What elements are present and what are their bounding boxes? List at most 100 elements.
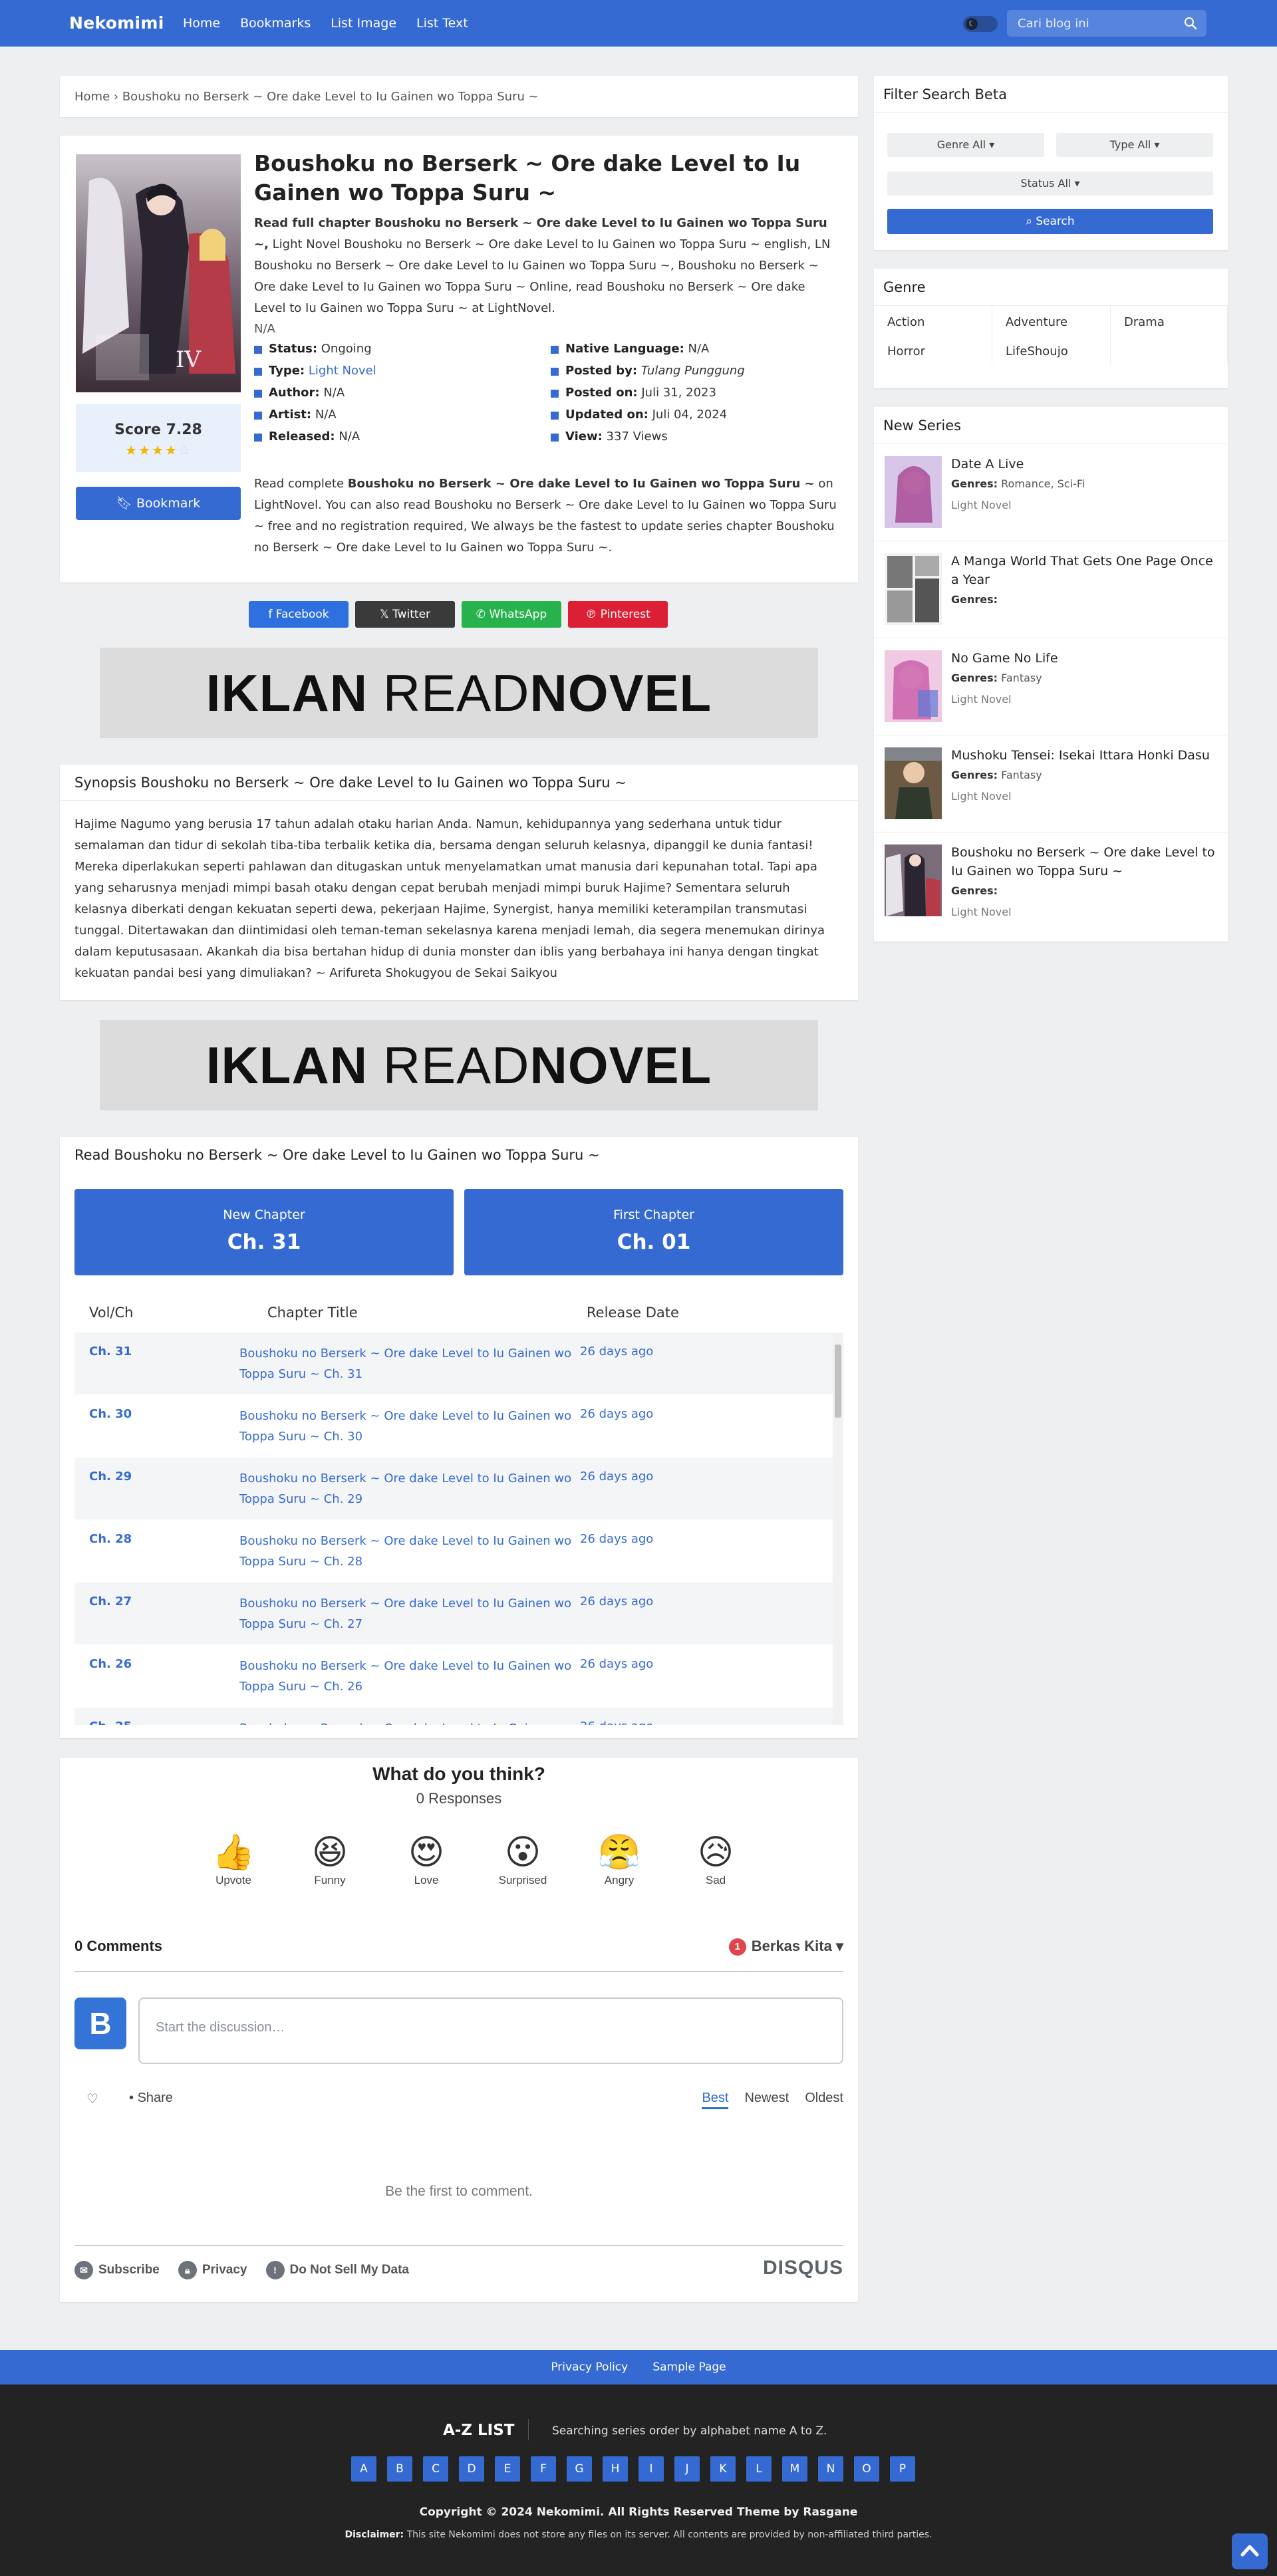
az-letter[interactable]: O: [854, 2456, 879, 2482]
az-letter[interactable]: P: [890, 2456, 915, 2482]
sort-newest[interactable]: Newest: [744, 2091, 789, 2109]
back-to-top-button[interactable]: [1232, 2533, 1268, 2569]
new-series-name[interactable]: A Manga World That Gets One Page Once a …: [951, 552, 1217, 589]
filter-search-widget: Filter Search Beta Genre All ▾ Type All …: [874, 76, 1228, 250]
heart-icon[interactable]: ♡: [86, 2091, 98, 2107]
sort-oldest[interactable]: Oldest: [805, 2091, 843, 2109]
bookmark-button[interactable]: 🔖︎ Bookmark: [76, 487, 241, 520]
chapter-row[interactable]: Ch. 27 Boushoku no Berserk ~ Ore dake Lev…: [74, 1583, 843, 1645]
new-series-item[interactable]: Mushoku Tensei: Isekai Ittara Honki Dasu…: [874, 735, 1228, 833]
genre-adventure[interactable]: Adventure: [1006, 315, 1067, 329]
svg-text:IV: IV: [176, 346, 202, 373]
meta-artist: Artist: N/A: [254, 408, 551, 424]
type-link[interactable]: Light Novel: [309, 364, 376, 378]
reaction-funny[interactable]: 😆 Funny: [288, 1831, 372, 1887]
az-letter[interactable]: A: [351, 2456, 376, 2482]
breadcrumb-home[interactable]: Home: [74, 90, 110, 104]
ad-banner[interactable]: IKLAN READNOVEL: [100, 648, 818, 738]
reaction-sad[interactable]: 😥 Sad: [674, 1831, 758, 1887]
type-select[interactable]: Type All ▾: [1056, 133, 1213, 157]
az-letter[interactable]: M: [782, 2456, 807, 2482]
genre-horror[interactable]: Horror: [887, 344, 925, 358]
az-letter[interactable]: L: [746, 2456, 772, 2482]
share-comments-button[interactable]: • Share: [129, 2091, 173, 2106]
az-letter[interactable]: K: [710, 2456, 736, 2482]
dark-mode-toggle[interactable]: ☾: [963, 16, 998, 32]
reaction-upvote[interactable]: 👍 Upvote: [192, 1831, 275, 1887]
share-facebook-button[interactable]: f Facebook: [249, 601, 349, 628]
chapter-row[interactable]: Ch. 25Boushoku no Berserk ~ Ore dake Lev…: [74, 1708, 843, 1725]
new-series-item[interactable]: Date A Live Genres: Romance, Sci-Fi Ligh…: [874, 444, 1228, 541]
search-icon[interactable]: [1183, 15, 1199, 31]
az-letter[interactable]: E: [495, 2456, 520, 2482]
share-twitter-button[interactable]: 𝕏 Twitter: [355, 601, 455, 628]
comment-input[interactable]: Start the discussion…: [138, 1997, 843, 2064]
az-letter[interactable]: C: [423, 2456, 448, 2482]
score-value: Score 7.28: [114, 422, 202, 438]
series-thumbnail[interactable]: [885, 553, 942, 625]
new-series-name[interactable]: Mushoku Tensei: Isekai Ittara Honki Dasu: [951, 746, 1217, 765]
avatar[interactable]: B: [74, 1997, 126, 2049]
sample-page-link[interactable]: Sample Page: [652, 2361, 726, 2374]
new-series-name[interactable]: Date A Live: [951, 455, 1217, 473]
chapter-list-scrollbar[interactable]: [833, 1333, 843, 1725]
nav-list-text[interactable]: List Text: [416, 16, 468, 31]
chapter-row[interactable]: Ch. 26 Boushoku no Berserk ~ Ore dake Lev…: [74, 1645, 843, 1708]
share-pinterest-button[interactable]: ℗ Pinterest: [568, 601, 668, 628]
subscribe-link[interactable]: ✉ Subscribe: [74, 2261, 160, 2279]
genre-drama[interactable]: Drama: [1124, 315, 1165, 329]
az-letter[interactable]: N: [818, 2456, 843, 2482]
new-chapter-button[interactable]: New Chapter Ch. 31: [74, 1189, 454, 1275]
search-input[interactable]: [1018, 10, 1171, 37]
az-letter[interactable]: I: [638, 2456, 664, 2482]
nav-list-image[interactable]: List Image: [331, 16, 396, 31]
new-series-item[interactable]: Boushoku no Berserk ~ Ore dake Level to …: [874, 833, 1228, 942]
az-letter[interactable]: F: [531, 2456, 556, 2482]
series-thumbnail[interactable]: [885, 456, 942, 528]
chapter-row[interactable]: Ch. 29 Boushoku no Berserk ~ Ore dake Lev…: [74, 1458, 843, 1520]
genre-lifeshoujo[interactable]: LifeShoujo: [1006, 344, 1068, 358]
sort-best[interactable]: Best: [702, 2091, 729, 2109]
az-list-description: Searching series order by alphabet name …: [552, 2424, 827, 2438]
az-letter[interactable]: D: [459, 2456, 484, 2482]
new-series-name[interactable]: No Game No Life: [951, 649, 1217, 668]
meta-native-language: Native Language: N/A: [551, 342, 839, 358]
privacy-policy-link[interactable]: Privacy Policy: [551, 2361, 628, 2374]
nav-home[interactable]: Home: [183, 16, 220, 31]
chapter-row[interactable]: Ch. 28 Boushoku no Berserk ~ Ore dake Lev…: [74, 1520, 843, 1583]
new-series-item[interactable]: A Manga World That Gets One Page Once a …: [874, 541, 1228, 638]
series-thumbnail[interactable]: [885, 844, 942, 916]
chapter-row[interactable]: Ch. 30 Boushoku no Berserk ~ Ore dake Lev…: [74, 1395, 843, 1458]
filter-search-button[interactable]: ⌕ Search: [887, 209, 1213, 234]
user-menu[interactable]: 1 Berkas Kita ▾: [728, 1938, 843, 1956]
first-chapter-button[interactable]: First Chapter Ch. 01: [464, 1189, 843, 1275]
new-series-type: Light Novel: [951, 499, 1012, 511]
new-series-name[interactable]: Boushoku no Berserk ~ Ore dake Level to …: [951, 843, 1217, 880]
az-letter[interactable]: H: [603, 2456, 628, 2482]
notification-badge[interactable]: 1: [728, 1938, 746, 1956]
new-series-item[interactable]: No Game No Life Genres: Fantasy Light No…: [874, 638, 1228, 735]
series-thumbnail[interactable]: [885, 650, 942, 722]
genre-select[interactable]: Genre All ▾: [887, 133, 1044, 157]
genre-action[interactable]: Action: [887, 315, 924, 329]
reaction-love[interactable]: 😍 Love: [384, 1831, 468, 1887]
az-letter[interactable]: G: [567, 2456, 592, 2482]
do-not-sell-link[interactable]: ! Do Not Sell My Data: [265, 2261, 409, 2279]
chapter-row[interactable]: Ch. 31 Boushoku no Berserk ~ Ore dake Lev…: [74, 1333, 843, 1395]
scrollbar-thumb[interactable]: [835, 1345, 841, 1418]
disqus-logo[interactable]: DISQUS: [763, 2257, 843, 2279]
privacy-link[interactable]: 🔒︎ Privacy: [178, 2261, 247, 2279]
status-select[interactable]: Status All ▾: [887, 172, 1213, 195]
star-icon: ★: [138, 442, 152, 458]
az-letter[interactable]: J: [674, 2456, 700, 2482]
new-chapter-label: New Chapter: [223, 1208, 305, 1222]
site-logo[interactable]: Nekomimi: [69, 13, 164, 33]
reaction-angry[interactable]: 😤 Angry: [577, 1831, 661, 1887]
synopsis-card: Synopsis Boushoku no Berserk ~ Ore dake …: [60, 765, 858, 1000]
nav-bookmarks[interactable]: Bookmarks: [240, 16, 311, 31]
reaction-surprised[interactable]: 😮 Surprised: [481, 1831, 565, 1887]
ad-banner[interactable]: IKLAN READNOVEL: [100, 1020, 818, 1110]
az-letter[interactable]: B: [387, 2456, 412, 2482]
share-whatsapp-button[interactable]: ✆ WhatsApp: [462, 601, 561, 628]
series-thumbnail[interactable]: [885, 747, 942, 819]
